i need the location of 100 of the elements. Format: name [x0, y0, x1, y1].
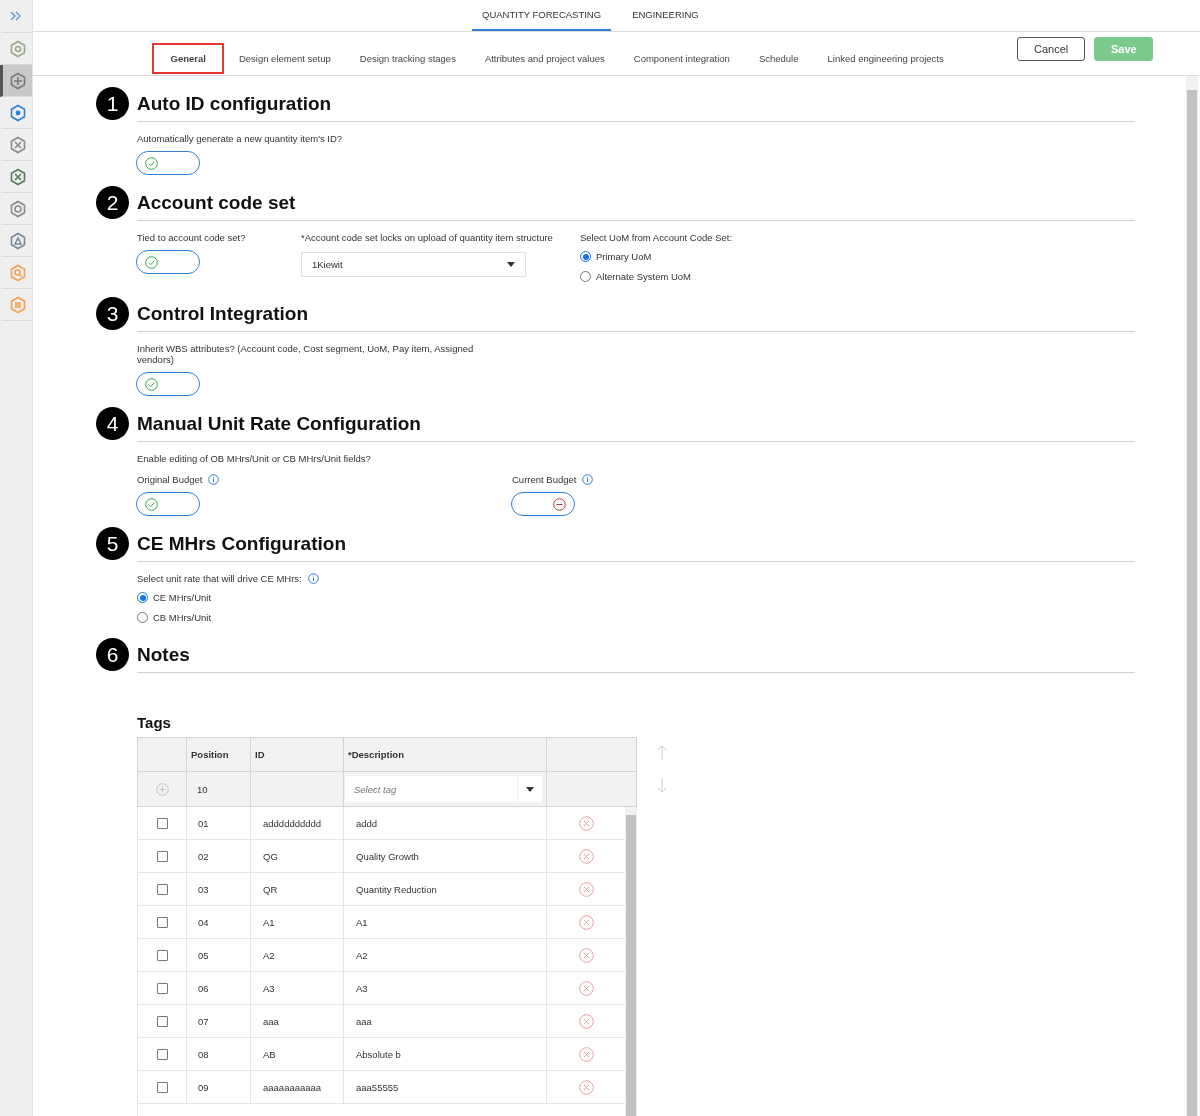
table-cell: A1: [251, 906, 344, 938]
table-cell: adddddddddd: [251, 807, 344, 839]
section-title: CE MHrs Configuration: [137, 527, 1135, 562]
remove-icon[interactable]: [578, 881, 594, 897]
table-cell: 10: [187, 772, 251, 806]
check-icon: [145, 255, 158, 269]
row-checkbox[interactable]: [156, 1048, 168, 1060]
cancel-button[interactable]: Cancel: [1017, 37, 1085, 61]
table-cell: aaa: [251, 1005, 344, 1037]
table-cell: Quantity Reduction: [344, 873, 547, 905]
sub-tab[interactable]: Linked engineering projects: [813, 43, 959, 74]
row-checkbox[interactable]: [156, 883, 168, 895]
table-cell: addd: [344, 807, 547, 839]
row-checkbox[interactable]: [156, 916, 168, 928]
row-checkbox[interactable]: [156, 817, 168, 829]
field-label: Original Budget: [137, 474, 203, 485]
table-cell: 01: [187, 807, 251, 839]
remove-icon[interactable]: [578, 980, 594, 996]
radio-label: CB MHrs/Unit: [153, 611, 212, 623]
radio-label: CE MHrs/Unit: [153, 592, 212, 604]
remove-icon[interactable]: [578, 1046, 594, 1062]
sub-tab[interactable]: Component integration: [619, 43, 745, 74]
sub-tab[interactable]: Design element setup: [224, 43, 346, 74]
toggle-switch[interactable]: [511, 492, 575, 516]
sub-tab[interactable]: General: [152, 43, 225, 74]
remove-icon[interactable]: [578, 914, 594, 930]
caret-icon: [507, 262, 515, 267]
arrow-up-icon[interactable]: [657, 745, 667, 761]
table-cell: AB: [251, 1038, 344, 1070]
dropdown-field[interactable]: 1Kiewit: [301, 252, 526, 277]
table-cell: 08: [187, 1038, 251, 1070]
row-checkbox[interactable]: [156, 850, 168, 862]
radio-button[interactable]: [580, 270, 591, 282]
rail-item[interactable]: [0, 65, 32, 97]
main-tab[interactable]: QUANTITY FORECASTING: [472, 0, 612, 31]
table-cell: 04: [187, 906, 251, 938]
toggle-switch[interactable]: [136, 151, 200, 175]
remove-icon[interactable]: [578, 848, 594, 864]
field-label: Inherit WBS attributes? (Account code, Cost segment, UoM, Pay item, Assigned vendors): [137, 343, 475, 365]
step-number: 1: [96, 87, 129, 120]
caret-icon: [526, 786, 534, 792]
radio-button[interactable]: [137, 592, 148, 604]
section-title: Auto ID configuration: [137, 87, 1135, 122]
step-number: 5: [96, 527, 129, 560]
expand-icon[interactable]: [10, 11, 22, 21]
row-checkbox[interactable]: [156, 1015, 168, 1027]
section-title: Notes: [137, 638, 1135, 673]
step-number: 2: [96, 186, 129, 219]
table-cell: 06: [187, 972, 251, 1004]
info-icon[interactable]: [307, 573, 319, 584]
table-cell: QG: [251, 840, 344, 872]
table-cell: aaa: [344, 1005, 547, 1037]
section-title: Control Integration: [137, 297, 1135, 332]
placeholder: Select tag: [354, 783, 397, 795]
table-cell: aaaaaaaaaaa: [251, 1071, 344, 1103]
sub-tab[interactable]: Attributes and project values: [470, 43, 620, 74]
minus-icon: [553, 497, 566, 511]
field-label: Current Budget: [512, 474, 577, 485]
column-header[interactable]: *Description: [344, 738, 547, 771]
remove-icon[interactable]: [578, 1013, 594, 1029]
remove-icon[interactable]: [578, 947, 594, 963]
section-title: Manual Unit Rate Configuration: [137, 407, 1135, 442]
check-icon: [145, 156, 158, 170]
table-cell: A3: [344, 972, 547, 1004]
toggle-switch[interactable]: [136, 372, 200, 396]
radio-button[interactable]: [137, 611, 148, 623]
table-cell: Quality Growth: [344, 840, 547, 872]
scrollbar[interactable]: [625, 807, 637, 1116]
arrow-down-icon[interactable]: [657, 777, 667, 793]
field-label: Select unit rate that will drive CE MHrs:: [137, 573, 302, 584]
remove-icon[interactable]: [578, 815, 594, 831]
table-cell: aaa55555: [344, 1071, 547, 1103]
add-icon[interactable]: [155, 782, 169, 796]
select-field[interactable]: Select tag: [345, 776, 542, 802]
row-checkbox[interactable]: [156, 949, 168, 961]
row-checkbox[interactable]: [156, 982, 168, 994]
field-label: Tied to account code set?: [137, 232, 246, 243]
info-icon[interactable]: [208, 474, 220, 485]
sub-tab[interactable]: Schedule: [744, 43, 813, 74]
table-cell: A1: [344, 906, 547, 938]
sub-tab[interactable]: Design tracking stages: [345, 43, 471, 74]
field-description: Enable editing of OB MHrs/Unit or CB MHrs/Unit fields?: [137, 453, 371, 464]
column-header[interactable]: Position: [187, 738, 251, 771]
check-icon: [145, 377, 158, 391]
row-checkbox[interactable]: [156, 1081, 168, 1093]
table-cell: Absolute b: [344, 1038, 547, 1070]
step-number: 3: [96, 297, 129, 330]
radio-label: Primary UoM: [596, 251, 652, 263]
main-tab[interactable]: ENGINEERING: [622, 0, 709, 31]
radio-button[interactable]: [580, 251, 591, 263]
toggle-switch[interactable]: [136, 250, 200, 274]
field-label: Select UoM from Account Code Set:: [580, 232, 733, 243]
table-cell: A2: [251, 939, 344, 971]
toggle-switch[interactable]: [136, 492, 200, 516]
table-cell: 02: [187, 840, 251, 872]
info-icon[interactable]: [582, 474, 594, 485]
column-header[interactable]: ID: [251, 738, 344, 771]
field-label: *Account code set locks on upload of quantity item structure: [301, 232, 553, 243]
step-number: 4: [96, 407, 129, 440]
remove-icon[interactable]: [578, 1079, 594, 1095]
